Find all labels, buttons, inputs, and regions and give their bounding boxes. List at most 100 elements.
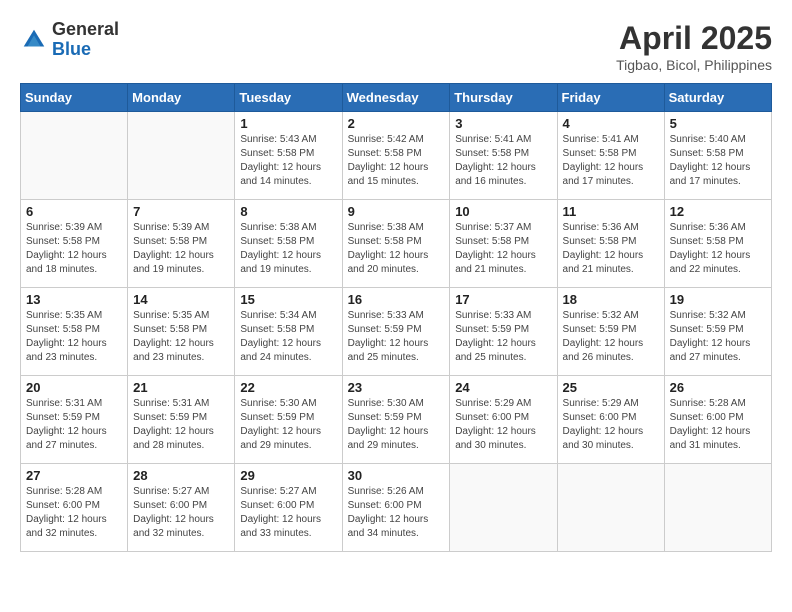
day-number: 28 <box>133 468 229 483</box>
day-number: 30 <box>348 468 445 483</box>
day-detail: Sunrise: 5:31 AM Sunset: 5:59 PM Dayligh… <box>26 397 122 453</box>
day-detail: Sunrise: 5:35 AM Sunset: 5:58 PM Dayligh… <box>133 309 229 365</box>
calendar-cell: 9 Sunrise: 5:38 AM Sunset: 5:58 PM Daylig… <box>342 200 450 288</box>
calendar-cell <box>21 112 128 200</box>
calendar-cell: 13 Sunrise: 5:35 AM Sunset: 5:58 PM Dayli… <box>21 288 128 376</box>
day-number: 7 <box>133 204 229 219</box>
day-number: 11 <box>563 204 659 219</box>
calendar-cell <box>557 464 664 552</box>
day-number: 24 <box>455 380 551 395</box>
day-number: 2 <box>348 116 445 131</box>
calendar-cell: 27Sunrise: 5:28 AM Sunset: 6:00 PM Dayli… <box>21 464 128 552</box>
calendar-cell: 10 Sunrise: 5:37 AM Sunset: 5:58 PM Dayli… <box>450 200 557 288</box>
day-detail: Sunrise: 5:31 AM Sunset: 5:59 PM Dayligh… <box>133 397 229 453</box>
calendar-cell: 18Sunrise: 5:32 AM Sunset: 5:59 PM Dayli… <box>557 288 664 376</box>
day-number: 15 <box>240 292 336 307</box>
day-detail: Sunrise: 5:29 AM Sunset: 6:00 PM Dayligh… <box>563 397 659 453</box>
day-detail: Sunrise: 5:39 AM Sunset: 5:58 PM Dayligh… <box>26 221 122 277</box>
day-number: 9 <box>348 204 445 219</box>
calendar-cell: 21 Sunrise: 5:31 AM Sunset: 5:59 PM Dayli… <box>128 376 235 464</box>
day-detail: Sunrise: 5:28 AM Sunset: 6:00 PM Dayligh… <box>670 397 766 453</box>
day-number: 22 <box>240 380 336 395</box>
calendar-cell: 17Sunrise: 5:33 AM Sunset: 5:59 PM Dayli… <box>450 288 557 376</box>
calendar-cell: 8Sunrise: 5:38 AM Sunset: 5:58 PM Daylig… <box>235 200 342 288</box>
day-detail: Sunrise: 5:40 AM Sunset: 5:58 PM Dayligh… <box>670 133 766 189</box>
calendar-cell <box>128 112 235 200</box>
calendar-cell: 15 Sunrise: 5:34 AM Sunset: 5:58 PM Dayli… <box>235 288 342 376</box>
day-number: 19 <box>670 292 766 307</box>
day-number: 1 <box>240 116 336 131</box>
day-detail: Sunrise: 5:30 AM Sunset: 5:59 PM Dayligh… <box>348 397 445 453</box>
calendar-cell <box>450 464 557 552</box>
calendar-cell: 25Sunrise: 5:29 AM Sunset: 6:00 PM Dayli… <box>557 376 664 464</box>
day-detail: Sunrise: 5:29 AM Sunset: 6:00 PM Dayligh… <box>455 397 551 453</box>
logo-text: General Blue <box>52 20 119 60</box>
logo-blue: Blue <box>52 40 119 60</box>
calendar-week-5: 27Sunrise: 5:28 AM Sunset: 6:00 PM Dayli… <box>21 464 772 552</box>
day-detail: Sunrise: 5:28 AM Sunset: 6:00 PM Dayligh… <box>26 485 122 541</box>
logo: General Blue <box>20 20 119 60</box>
calendar-cell: 3Sunrise: 5:41 AM Sunset: 5:58 PM Daylig… <box>450 112 557 200</box>
calendar-cell: 1 Sunrise: 5:43 AM Sunset: 5:58 PM Daylig… <box>235 112 342 200</box>
day-detail: Sunrise: 5:41 AM Sunset: 5:58 PM Dayligh… <box>563 133 659 189</box>
day-detail: Sunrise: 5:32 AM Sunset: 5:59 PM Dayligh… <box>670 309 766 365</box>
calendar-week-4: 20 Sunrise: 5:31 AM Sunset: 5:59 PM Dayli… <box>21 376 772 464</box>
day-number: 6 <box>26 204 122 219</box>
day-detail: Sunrise: 5:26 AM Sunset: 6:00 PM Dayligh… <box>348 485 445 541</box>
calendar-header-tuesday: Tuesday <box>235 84 342 112</box>
page-header: General Blue April 2025 Tigbao, Bicol, P… <box>20 20 772 73</box>
day-number: 13 <box>26 292 122 307</box>
day-number: 17 <box>455 292 551 307</box>
day-number: 12 <box>670 204 766 219</box>
calendar-cell: 14 Sunrise: 5:35 AM Sunset: 5:58 PM Dayli… <box>128 288 235 376</box>
day-number: 4 <box>563 116 659 131</box>
day-number: 18 <box>563 292 659 307</box>
day-detail: Sunrise: 5:37 AM Sunset: 5:58 PM Dayligh… <box>455 221 551 277</box>
day-detail: Sunrise: 5:42 AM Sunset: 5:58 PM Dayligh… <box>348 133 445 189</box>
calendar-cell: 2 Sunrise: 5:42 AM Sunset: 5:58 PM Daylig… <box>342 112 450 200</box>
calendar-cell: 22 Sunrise: 5:30 AM Sunset: 5:59 PM Dayli… <box>235 376 342 464</box>
calendar-cell: 4 Sunrise: 5:41 AM Sunset: 5:58 PM Daylig… <box>557 112 664 200</box>
calendar-table: SundayMondayTuesdayWednesdayThursdayFrid… <box>20 83 772 552</box>
calendar-cell: 28 Sunrise: 5:27 AM Sunset: 6:00 PM Dayli… <box>128 464 235 552</box>
day-detail: Sunrise: 5:36 AM Sunset: 5:58 PM Dayligh… <box>563 221 659 277</box>
calendar-cell: 7 Sunrise: 5:39 AM Sunset: 5:58 PM Daylig… <box>128 200 235 288</box>
day-number: 14 <box>133 292 229 307</box>
calendar-cell: 23 Sunrise: 5:30 AM Sunset: 5:59 PM Dayli… <box>342 376 450 464</box>
calendar-week-1: 1 Sunrise: 5:43 AM Sunset: 5:58 PM Daylig… <box>21 112 772 200</box>
calendar-header-wednesday: Wednesday <box>342 84 450 112</box>
calendar-header-friday: Friday <box>557 84 664 112</box>
calendar-cell: 12 Sunrise: 5:36 AM Sunset: 5:58 PM Dayli… <box>664 200 771 288</box>
day-detail: Sunrise: 5:39 AM Sunset: 5:58 PM Dayligh… <box>133 221 229 277</box>
day-number: 16 <box>348 292 445 307</box>
day-detail: Sunrise: 5:27 AM Sunset: 6:00 PM Dayligh… <box>240 485 336 541</box>
day-number: 21 <box>133 380 229 395</box>
day-number: 20 <box>26 380 122 395</box>
day-detail: Sunrise: 5:36 AM Sunset: 5:58 PM Dayligh… <box>670 221 766 277</box>
calendar-cell: 11 Sunrise: 5:36 AM Sunset: 5:58 PM Dayli… <box>557 200 664 288</box>
calendar-cell: 20 Sunrise: 5:31 AM Sunset: 5:59 PM Dayli… <box>21 376 128 464</box>
day-number: 10 <box>455 204 551 219</box>
calendar-cell: 5Sunrise: 5:40 AM Sunset: 5:58 PM Daylig… <box>664 112 771 200</box>
calendar-cell: 30 Sunrise: 5:26 AM Sunset: 6:00 PM Dayli… <box>342 464 450 552</box>
day-detail: Sunrise: 5:41 AM Sunset: 5:58 PM Dayligh… <box>455 133 551 189</box>
calendar-header-row: SundayMondayTuesdayWednesdayThursdayFrid… <box>21 84 772 112</box>
day-detail: Sunrise: 5:27 AM Sunset: 6:00 PM Dayligh… <box>133 485 229 541</box>
calendar-header-monday: Monday <box>128 84 235 112</box>
calendar-header-sunday: Sunday <box>21 84 128 112</box>
day-detail: Sunrise: 5:43 AM Sunset: 5:58 PM Dayligh… <box>240 133 336 189</box>
page-subtitle: Tigbao, Bicol, Philippines <box>616 57 772 73</box>
calendar-week-2: 6 Sunrise: 5:39 AM Sunset: 5:58 PM Daylig… <box>21 200 772 288</box>
calendar-cell: 16Sunrise: 5:33 AM Sunset: 5:59 PM Dayli… <box>342 288 450 376</box>
day-detail: Sunrise: 5:38 AM Sunset: 5:58 PM Dayligh… <box>240 221 336 277</box>
day-number: 23 <box>348 380 445 395</box>
day-detail: Sunrise: 5:38 AM Sunset: 5:58 PM Dayligh… <box>348 221 445 277</box>
day-detail: Sunrise: 5:35 AM Sunset: 5:58 PM Dayligh… <box>26 309 122 365</box>
calendar-cell: 6 Sunrise: 5:39 AM Sunset: 5:58 PM Daylig… <box>21 200 128 288</box>
day-detail: Sunrise: 5:30 AM Sunset: 5:59 PM Dayligh… <box>240 397 336 453</box>
logo-general: General <box>52 20 119 40</box>
calendar-cell: 24 Sunrise: 5:29 AM Sunset: 6:00 PM Dayli… <box>450 376 557 464</box>
calendar-week-3: 13 Sunrise: 5:35 AM Sunset: 5:58 PM Dayli… <box>21 288 772 376</box>
day-detail: Sunrise: 5:34 AM Sunset: 5:58 PM Dayligh… <box>240 309 336 365</box>
day-number: 26 <box>670 380 766 395</box>
